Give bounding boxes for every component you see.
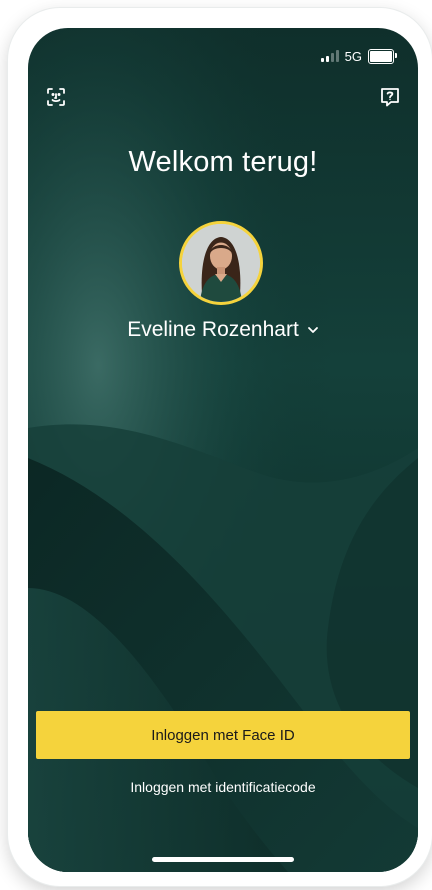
user-photo	[182, 224, 260, 302]
face-scan-icon[interactable]	[44, 85, 68, 109]
code-login-link[interactable]: Inloggen met identificatiecode	[28, 779, 418, 795]
battery-icon	[368, 48, 397, 64]
status-bar: 5G	[320, 46, 397, 66]
avatar[interactable]	[179, 221, 263, 305]
battery-level	[370, 50, 392, 62]
home-indicator[interactable]	[152, 857, 294, 862]
login-screen: 5G Welkom terug! Eveline Rozenhart Inlog…	[28, 28, 418, 872]
page-title: Welkom terug!	[128, 146, 318, 178]
help-icon[interactable]	[378, 85, 402, 109]
face-id-login-button[interactable]: Inloggen met Face ID	[36, 711, 410, 759]
network-type: 5G	[344, 48, 362, 64]
chevron-down-icon	[307, 327, 318, 333]
user-switcher[interactable]: Eveline Rozenhart	[28, 318, 418, 342]
signal-icon	[320, 50, 339, 62]
user-name: Eveline Rozenhart	[127, 318, 299, 341]
